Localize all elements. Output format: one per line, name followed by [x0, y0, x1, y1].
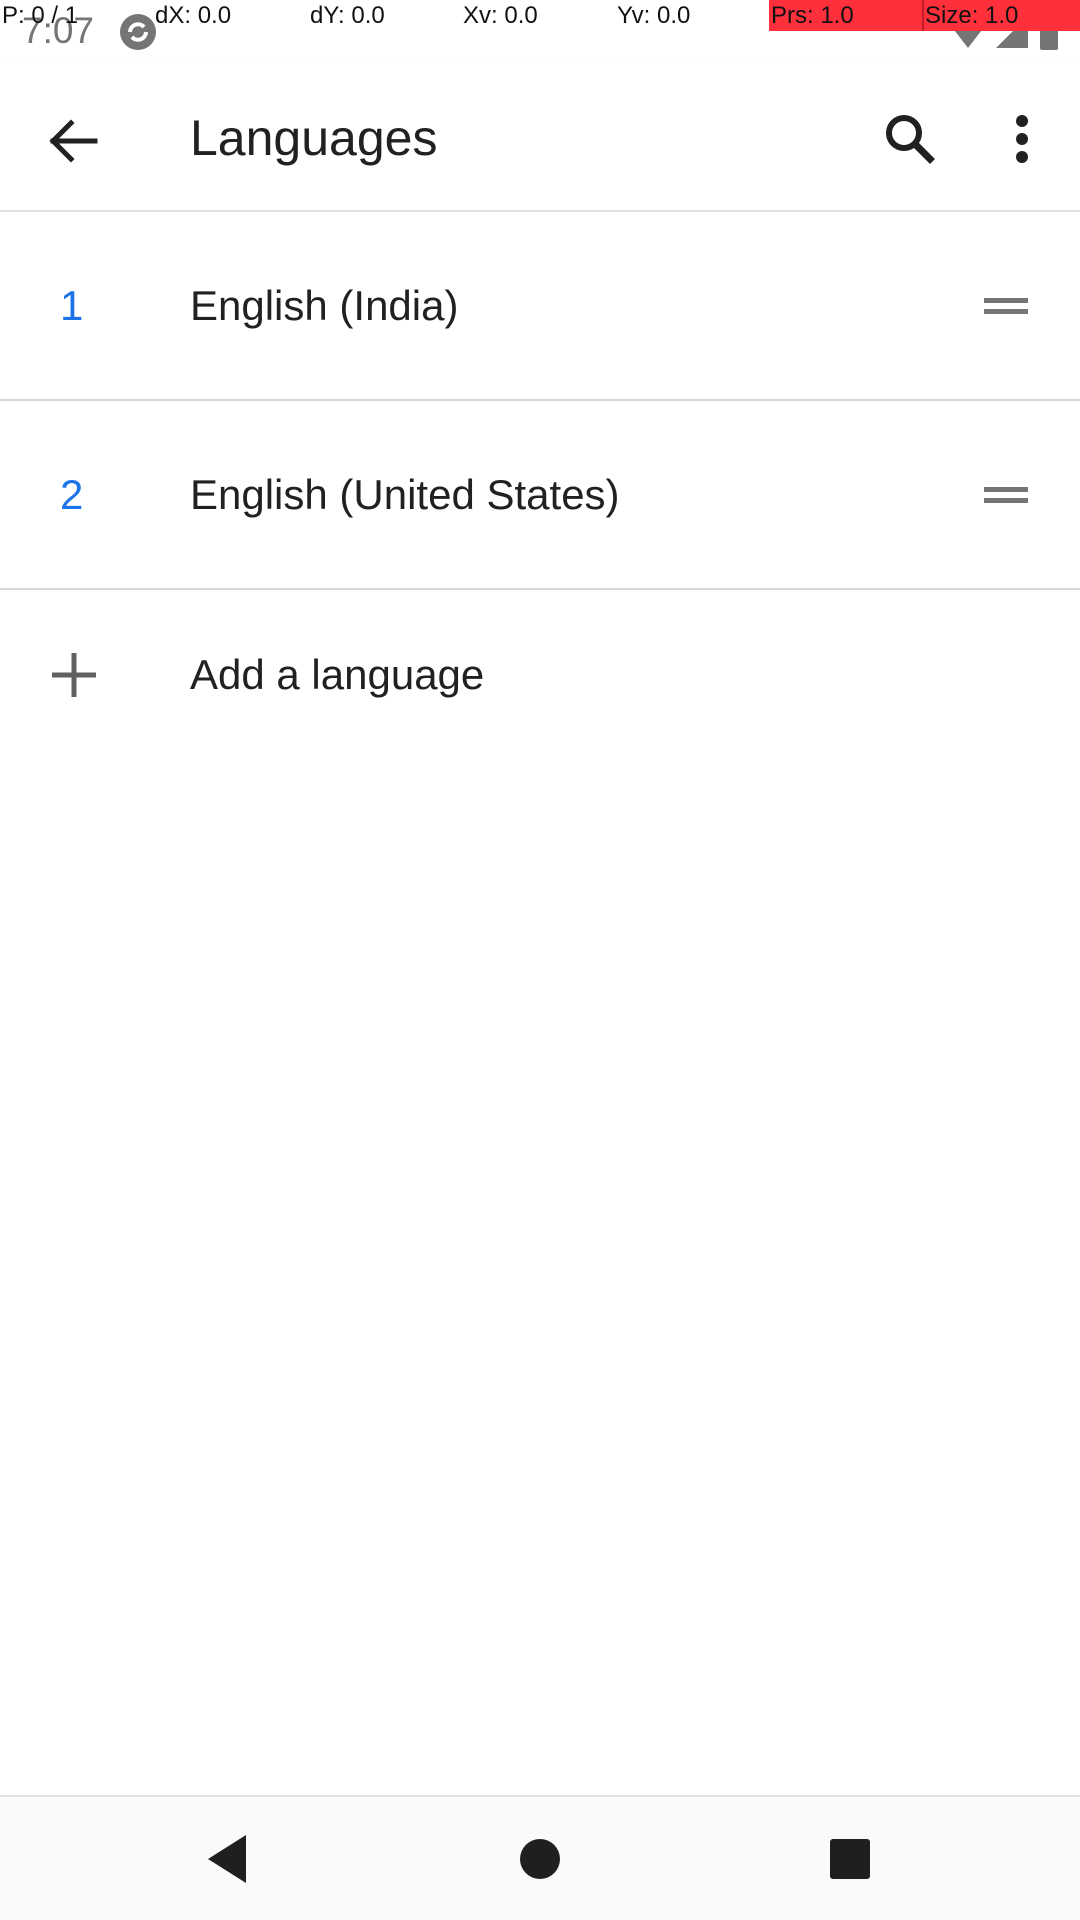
- recents-square-icon[interactable]: [818, 1827, 882, 1891]
- plus-icon: [52, 653, 96, 697]
- debug-prs: Prs: 1.0: [771, 2, 854, 29]
- debug-pointer: P: 0 / 1: [2, 2, 79, 29]
- back-triangle-icon[interactable]: [196, 1827, 260, 1891]
- add-language-button[interactable]: Add a language: [0, 589, 1080, 776]
- arrow-back-icon[interactable]: [33, 101, 113, 181]
- home-circle-icon[interactable]: [508, 1827, 572, 1891]
- more-vert-icon[interactable]: [982, 99, 1042, 179]
- app-bar: Languages: [0, 63, 1080, 212]
- search-icon[interactable]: [870, 99, 950, 179]
- drag-handle-icon[interactable]: [980, 286, 1032, 326]
- drag-handle-icon[interactable]: [980, 475, 1032, 515]
- language-row[interactable]: 2 English (United States): [0, 401, 1080, 590]
- add-language-label: Add a language: [190, 651, 485, 698]
- debug-dy: dY: 0.0: [310, 2, 385, 29]
- debug-dx: dX: 0.0: [155, 2, 232, 29]
- pointer-debug-overlay: P: 0 / 1 dX: 0.0 dY: 0.0 Xv: 0.0 Yv: 0.0…: [0, 0, 1080, 31]
- language-name: English (United States): [190, 471, 620, 518]
- debug-separator: [922, 0, 924, 31]
- language-row[interactable]: 1 English (India): [0, 212, 1080, 401]
- debug-yv: Yv: 0.0: [617, 2, 691, 29]
- language-name: English (India): [190, 282, 459, 329]
- debug-xv: Xv: 0.0: [463, 2, 538, 29]
- language-index: 1: [60, 282, 84, 329]
- screen: 7:07 P: 0 / 1 dX: 0.0 dY: 0.0 Xv: 0.0 Yv…: [0, 0, 1080, 1920]
- language-index: 2: [60, 471, 84, 518]
- page-title: Languages: [190, 110, 438, 166]
- debug-size: Size: 1.0: [925, 2, 1019, 29]
- system-nav-bar: [0, 1795, 1080, 1920]
